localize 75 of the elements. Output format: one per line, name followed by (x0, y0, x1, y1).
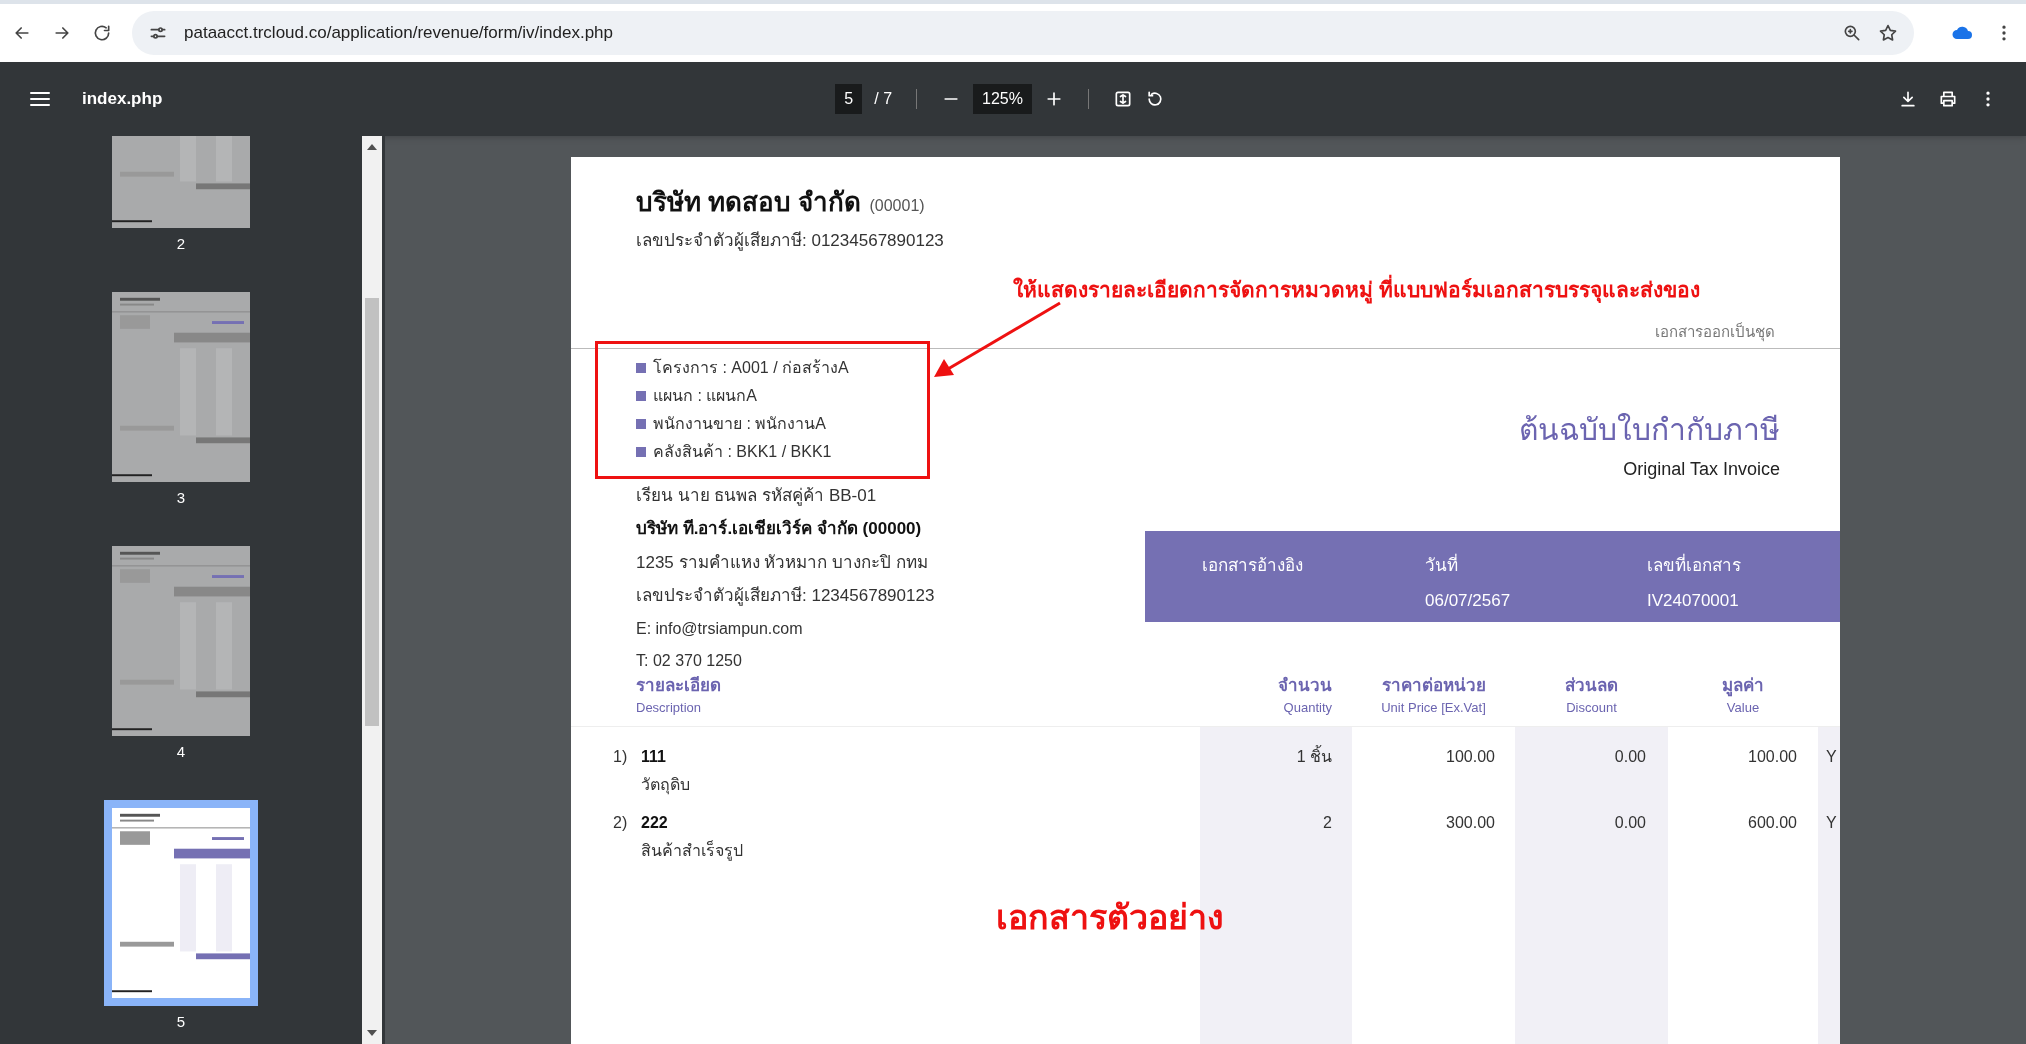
line-value: 600.00 (1748, 812, 1797, 833)
category-item: คลังสินค้า : BKK1 / BKK1 (653, 441, 832, 462)
column-heading: ราคาต่อหน่วย (1381, 674, 1486, 697)
column-subheading: Discount (1566, 699, 1617, 717)
page-number: 3 (176, 490, 186, 505)
page-total: / 7 (874, 89, 893, 109)
quantity: 2 (1323, 812, 1332, 833)
page-thumbnail[interactable] (104, 800, 258, 1006)
discount: 0.00 (1614, 812, 1646, 833)
item-name: สินค้าสำเร็จรูป (641, 839, 743, 863)
column-subheading: Quantity (1283, 699, 1332, 717)
company-tax-id: เลขประจำตัวผู้เสียภาษี: 01234567890123 (635, 230, 945, 253)
unit-price: 100.00 (1446, 746, 1495, 767)
page-number: 4 (176, 744, 186, 759)
zoom-input[interactable]: 125% (973, 84, 1032, 114)
scroll-up-icon[interactable] (367, 144, 377, 150)
customer-tax-id: เลขประจำตัวผู้เสียภาษี: 1234567890123 (636, 585, 936, 608)
unit-price: 300.00 (1446, 812, 1495, 833)
discount: 0.00 (1614, 746, 1646, 767)
line-value: 100.00 (1748, 746, 1797, 767)
customer-address: 1235 รามคำแหง หัวหมาก บางกะปิ กทม (636, 551, 929, 574)
column-subheading: Unit Price [Ex.Vat] (1381, 699, 1486, 717)
column-heading: ส่วนลด (1565, 674, 1618, 697)
company-code: (00001) (869, 196, 925, 216)
category-item: พนักงานขาย : พนักงานA (653, 413, 826, 434)
scroll-down-icon[interactable] (367, 1030, 377, 1036)
document-subtitle: Original Tax Invoice (1623, 457, 1780, 481)
column-subheading: Description (636, 699, 702, 717)
info-label: เอกสารอ้างอิง (1202, 554, 1303, 577)
page-thumbnail[interactable] (112, 292, 250, 482)
info-label: เลขที่เอกสาร (1647, 552, 1742, 577)
zoom-icon[interactable] (1842, 23, 1862, 43)
vat-flag-label: Y (1826, 813, 1837, 831)
reload-icon[interactable] (92, 23, 112, 43)
vat-flag-label: Y (1826, 747, 1837, 765)
annotation-note: ให้แสดงรายละเอียดการจัดการหมวดหมู่ ที่แบบฟอร์มเอกสารบรรจุและส่งของ (1013, 273, 1700, 305)
customer-greeting: เรียน นาย ธนพล รหัสคู่ค้า BB-01 (636, 484, 878, 508)
info-value: IV24070001 (1647, 590, 1740, 612)
row-index: 1) (613, 746, 629, 767)
info-label: วันที่ (1425, 552, 1459, 577)
customer-email: E: info@trsiampun.com (636, 618, 804, 639)
page-number: 5 (176, 1014, 186, 1029)
set-note: เอกสารออกเป็นชุด (1655, 321, 1775, 344)
file-name: index.php (82, 88, 163, 111)
star-icon[interactable] (1878, 23, 1898, 43)
customer-name: บริษัท ที.อาร์.เอเชียเวิร์ค จำกัด (00000) (636, 517, 923, 540)
row-index: 2) (613, 812, 629, 833)
quantity: 1 ชิ้น (1296, 744, 1332, 767)
column-heading: มูลค่า (1722, 674, 1764, 698)
page-number: 2 (176, 236, 186, 251)
item-code: 111 (641, 746, 667, 767)
column-heading: จำนวน (1278, 674, 1332, 697)
item-code: 222 (641, 812, 669, 833)
print-icon[interactable] (1938, 89, 1958, 109)
company-name: บริษัท ทดสอบ จำกัด (636, 186, 862, 219)
category-item: โครงการ : A001 / ก่อสร้างA (653, 357, 849, 378)
bullet-icon (636, 390, 646, 401)
sample-document-mark: เอกสารตัวอย่าง (996, 896, 1224, 938)
column-subheading: Value (1726, 699, 1760, 717)
category-item: แผนก : แผนกA (653, 385, 757, 406)
document-title: ต้นฉบับใบกำกับภาษี (1519, 411, 1780, 448)
page-input[interactable]: 5 (835, 84, 863, 114)
info-value: 06/07/2567 (1425, 590, 1512, 612)
scrollbar[interactable] (362, 136, 382, 1044)
bullet-icon (636, 418, 646, 429)
url-text: pataacct.trcloud.co/application/revenue/form/iv/index.php (184, 22, 615, 45)
customer-phone: T: 02 370 1250 (636, 650, 743, 671)
download-icon[interactable] (1898, 89, 1918, 109)
bullet-icon (636, 362, 646, 373)
bullet-icon (636, 446, 646, 457)
column-heading: รายละเอียด (636, 674, 721, 697)
item-name: วัตถุดิบ (641, 774, 690, 797)
page-thumbnail[interactable] (112, 546, 250, 736)
scrollbar-thumb[interactable] (365, 298, 379, 726)
address-bar[interactable]: pataacct.trcloud.co/application/revenue/form/iv/index.php (132, 11, 1914, 55)
